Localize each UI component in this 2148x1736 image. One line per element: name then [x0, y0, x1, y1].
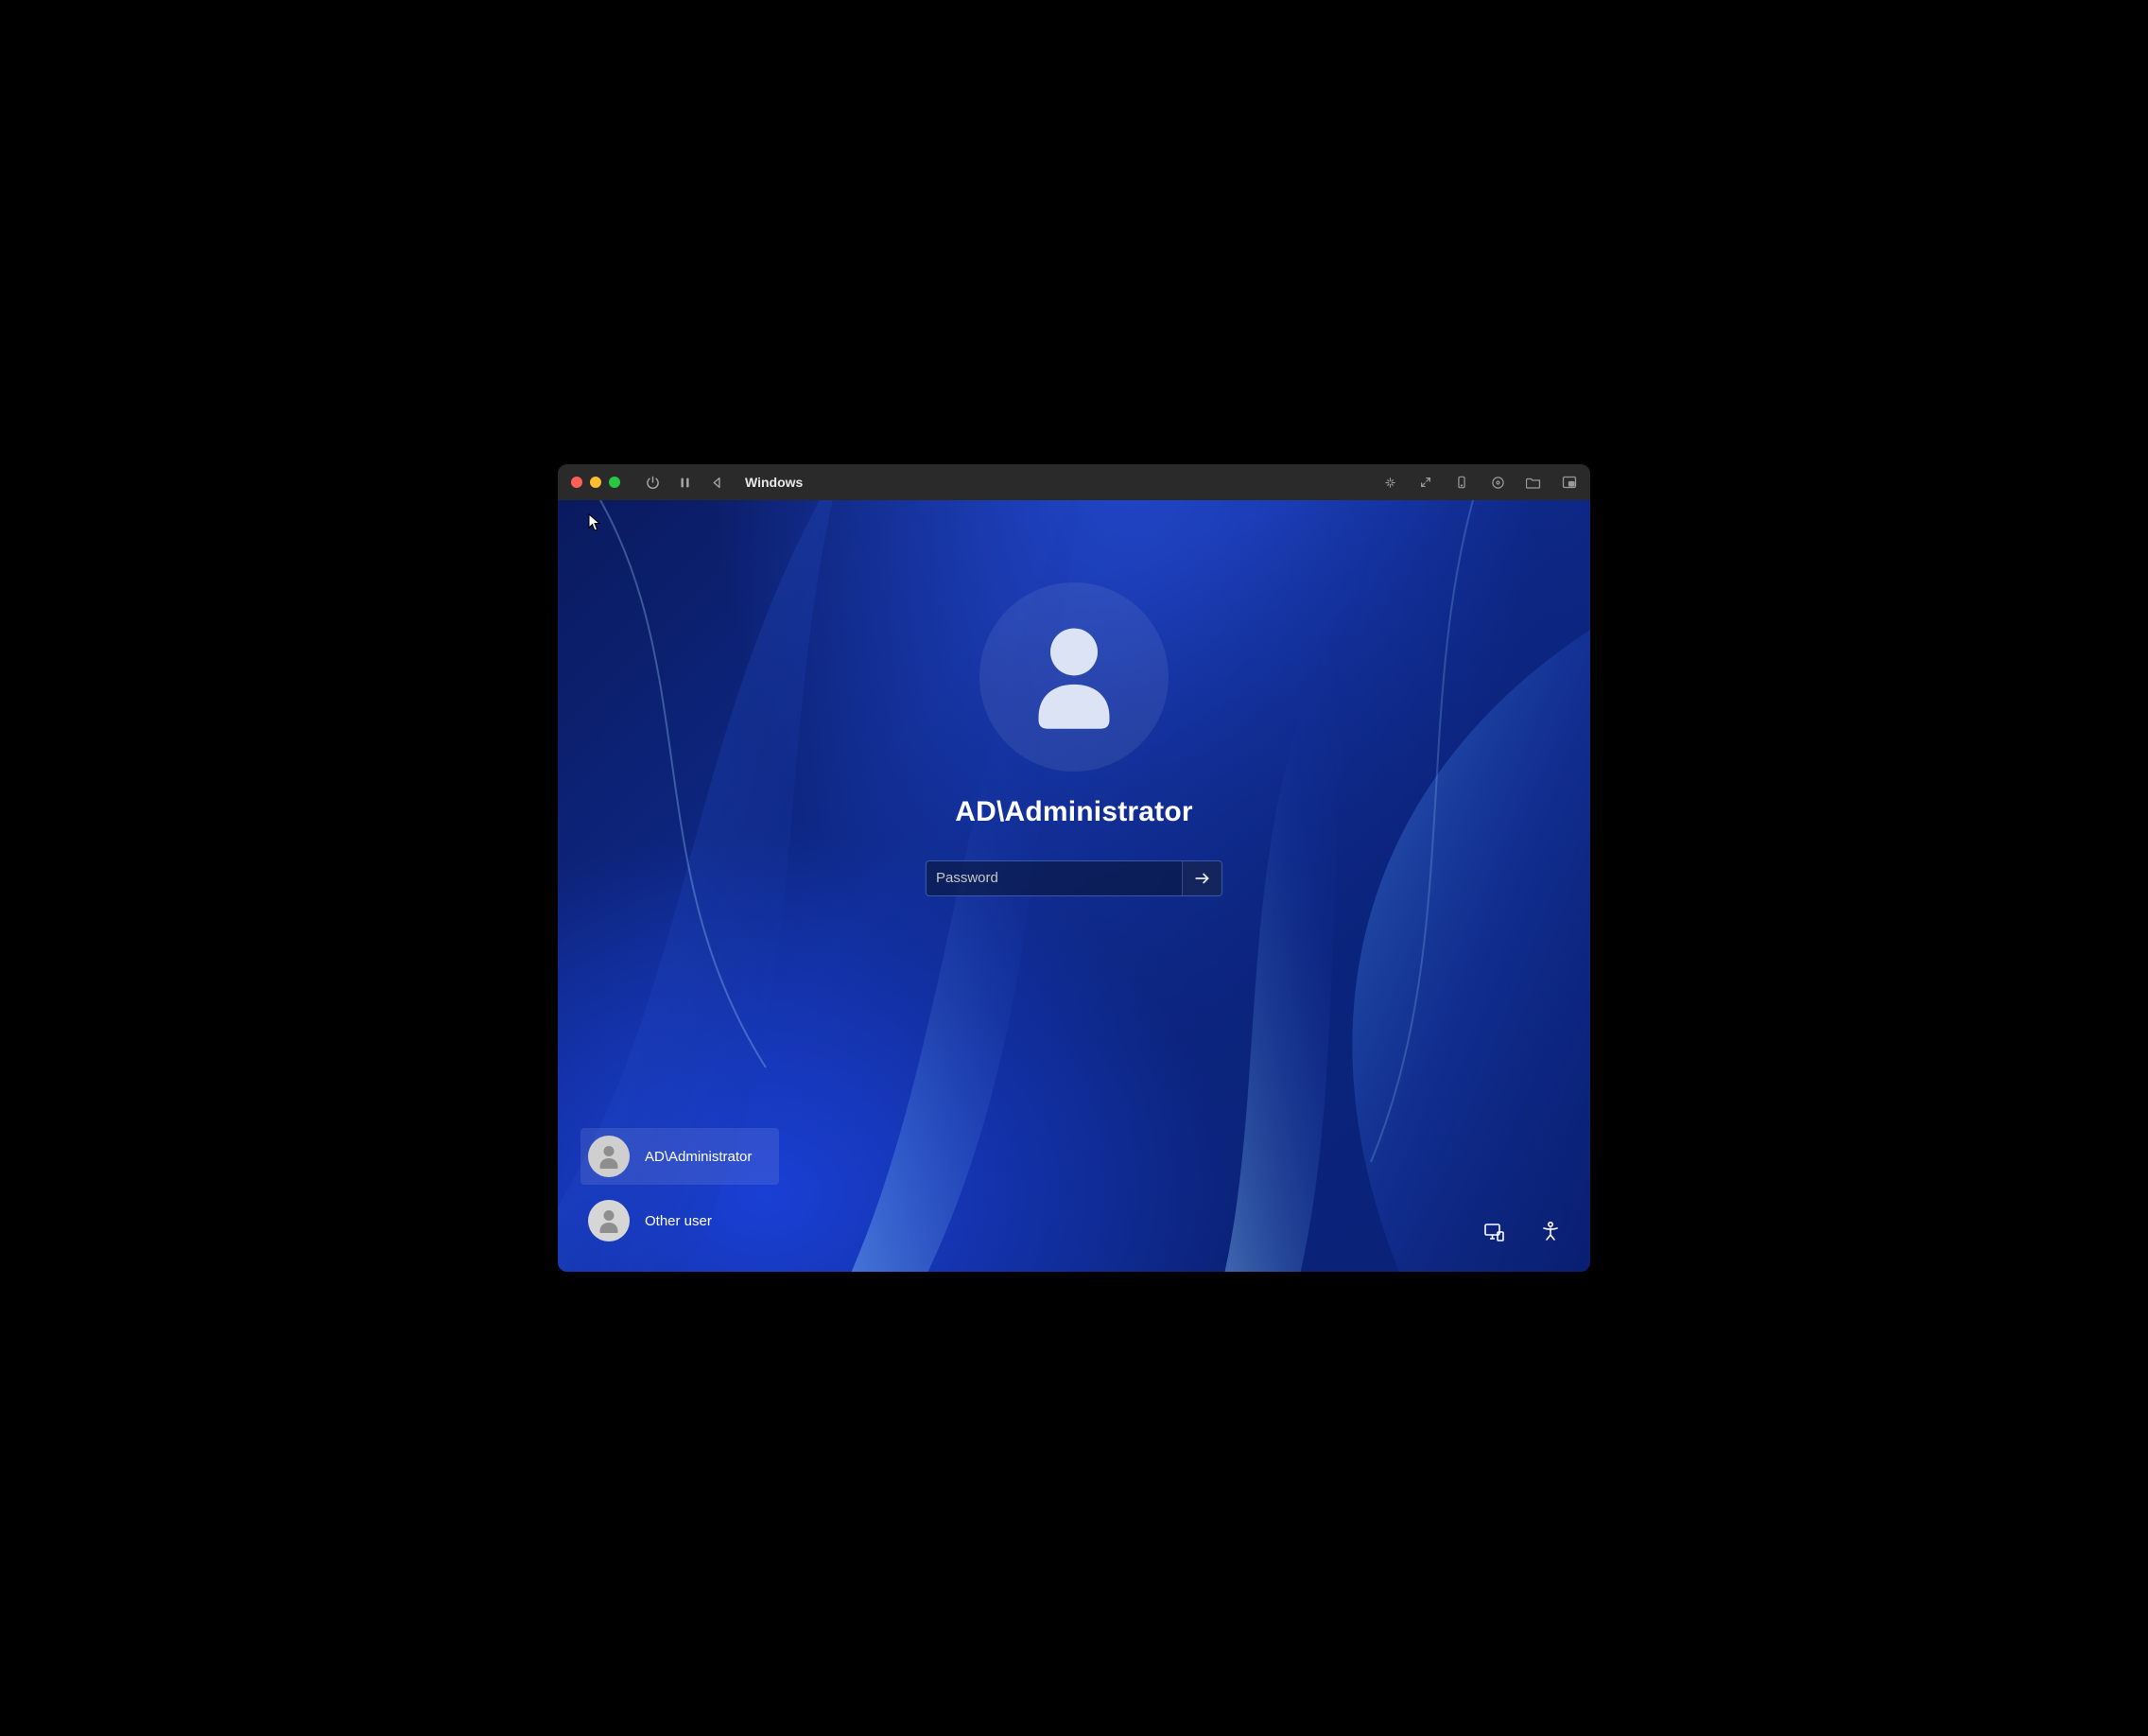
titlebar-right-icons	[1382, 475, 1577, 490]
traffic-lights	[571, 477, 620, 488]
vm-controls	[645, 475, 724, 490]
window-minimize-button[interactable]	[590, 477, 601, 488]
sparkle-icon[interactable]	[1382, 475, 1397, 490]
accessibility-icon	[1539, 1221, 1562, 1243]
vm-window: Windows	[558, 464, 1590, 1272]
titlebar-title: Windows	[745, 475, 803, 490]
windows-login-screen: AD\Administrator AD\Adminis	[558, 500, 1590, 1272]
network-icon	[1482, 1221, 1505, 1243]
disc-icon[interactable]	[1490, 475, 1505, 490]
window-close-button[interactable]	[571, 477, 582, 488]
user-avatar-small	[588, 1200, 630, 1241]
user-item-other[interactable]: Other user	[580, 1192, 779, 1249]
login-center: AD\Administrator	[926, 582, 1222, 896]
pip-icon[interactable]	[1562, 475, 1577, 490]
device-icon[interactable]	[1454, 475, 1469, 490]
password-input[interactable]	[927, 861, 1182, 895]
user-icon	[1027, 625, 1121, 729]
back-icon[interactable]	[709, 475, 724, 490]
user-item-administrator[interactable]: AD\Administrator	[580, 1128, 779, 1185]
user-icon	[598, 1208, 620, 1233]
user-icon	[598, 1144, 620, 1169]
power-icon[interactable]	[645, 475, 660, 490]
pause-icon[interactable]	[677, 475, 692, 490]
arrow-right-icon	[1194, 870, 1211, 887]
submit-button[interactable]	[1182, 861, 1221, 895]
password-row	[926, 860, 1222, 896]
cursor-icon	[588, 513, 601, 532]
user-list: AD\Administrator Other user	[580, 1128, 779, 1249]
accessibility-button[interactable]	[1537, 1219, 1564, 1245]
user-item-label: AD\Administrator	[645, 1149, 752, 1165]
login-username: AD\Administrator	[955, 796, 1193, 828]
titlebar: Windows	[558, 464, 1590, 500]
login-options	[1481, 1219, 1564, 1245]
network-button[interactable]	[1481, 1219, 1507, 1245]
user-avatar	[979, 582, 1169, 772]
expand-icon[interactable]	[1418, 475, 1433, 490]
folder-icon[interactable]	[1526, 475, 1541, 490]
user-item-label: Other user	[645, 1213, 712, 1229]
user-avatar-small	[588, 1136, 630, 1177]
window-fullscreen-button[interactable]	[609, 477, 620, 488]
